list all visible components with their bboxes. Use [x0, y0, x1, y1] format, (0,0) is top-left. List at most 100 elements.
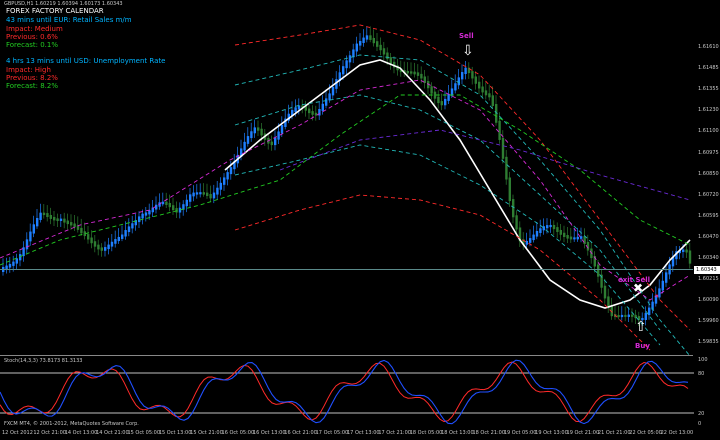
- candle-body: [661, 280, 664, 291]
- time-tick-label: 12 Oct 2012: [2, 430, 33, 436]
- candle-body: [141, 213, 144, 219]
- purple-ma: [279, 129, 691, 201]
- time-tick-label: 15 Oct 21:00: [190, 430, 223, 436]
- price-tick-label: 1.60975: [698, 149, 719, 156]
- price-tick-label: 1.61100: [698, 128, 719, 135]
- candle-body: [59, 218, 63, 221]
- candle-body: [12, 261, 15, 266]
- candle-body: [124, 230, 127, 237]
- candle-body: [345, 60, 348, 69]
- candle-body: [682, 249, 685, 253]
- candle-body: [454, 83, 457, 91]
- buy-label: Buy: [635, 342, 650, 350]
- candle-body: [202, 192, 205, 195]
- candle-body: [311, 111, 314, 115]
- candle-body: [246, 136, 250, 144]
- candle-body: [552, 224, 556, 230]
- candle-body: [66, 220, 69, 225]
- candle-body: [206, 192, 209, 197]
- event1-forecast: Forecast: 0.1%: [6, 41, 58, 49]
- candle-body: [359, 40, 362, 46]
- candle-body: [257, 127, 260, 131]
- candle-body: [348, 55, 352, 63]
- candle-body: [515, 215, 518, 230]
- candle-body: [90, 237, 93, 244]
- time-tick-label: 22 Oct 13:00: [660, 430, 694, 436]
- candle-body: [36, 218, 39, 227]
- time-tick-label: 16 Oct 13:00: [252, 430, 286, 436]
- candle-body: [488, 93, 491, 98]
- event2-title: 4 hrs 13 mins until USD: Unemployment Ra…: [6, 57, 166, 65]
- candle-body: [369, 35, 372, 40]
- time-tick-label: 17 Oct 21:00: [378, 430, 411, 436]
- time-tick-label: 14 Oct 13:00: [64, 430, 98, 436]
- candle-body: [121, 234, 124, 239]
- candle-body: [172, 205, 175, 211]
- candle-body: [189, 194, 192, 202]
- buy-arrow-icon: ⇧: [635, 319, 647, 335]
- candle-body: [376, 41, 379, 47]
- lower-band-teal: [234, 144, 661, 346]
- stochastic-canvas[interactable]: [0, 356, 694, 428]
- sell-arrow-icon: ⇩: [462, 43, 474, 59]
- candle-body: [665, 272, 668, 283]
- candle-body: [382, 48, 386, 55]
- time-tick-label: 16 Oct 21:00: [284, 430, 317, 436]
- candle-body: [260, 128, 263, 136]
- stochastic-panel[interactable]: [0, 356, 720, 428]
- candle-body: [199, 192, 202, 195]
- candle-body: [87, 234, 90, 240]
- time-tick-label: 15 Oct 13:00: [158, 430, 192, 436]
- stoch-main-line: [0, 359, 689, 425]
- candle-body: [620, 314, 624, 318]
- candle-body: [15, 258, 18, 264]
- price-tick-label: 1.60595: [698, 212, 719, 219]
- candle-body: [270, 141, 273, 146]
- main-chart-area[interactable]: [0, 0, 720, 356]
- candle-body: [481, 86, 484, 93]
- candle-body: [546, 225, 549, 229]
- candle-body: [542, 226, 545, 231]
- candle-body: [501, 137, 505, 159]
- osc-level-20: 20: [698, 411, 705, 417]
- time-tick-label: 19 Oct 13:00: [535, 430, 568, 436]
- candle-body: [104, 247, 107, 251]
- time-tick-label: 18 Oct 05:00: [409, 430, 443, 436]
- candle-body: [437, 96, 440, 104]
- candle-body: [243, 141, 246, 151]
- candle-body: [461, 72, 464, 80]
- candle-body: [110, 241, 114, 247]
- time-tick-label: 12 Oct 21:00: [33, 430, 66, 436]
- mid-band-teal: [234, 94, 661, 331]
- time-tick-label: 21 Oct 21:00: [597, 430, 631, 436]
- price-tick-label: 1.59835: [698, 339, 719, 346]
- price-chart-canvas[interactable]: [0, 0, 694, 356]
- candle-body: [161, 201, 165, 205]
- osc-level-0: 0: [698, 421, 702, 427]
- candle-body: [175, 208, 178, 213]
- candle-body: [46, 213, 49, 217]
- candle-body: [386, 52, 389, 60]
- price-tick-label: 1.59960: [698, 318, 719, 325]
- candle-body: [413, 71, 416, 75]
- price-tick-label: 1.60090: [698, 297, 719, 304]
- candle-body: [474, 76, 477, 84]
- candle-body: [416, 72, 420, 76]
- candle-body: [219, 182, 222, 190]
- candle-body: [583, 236, 586, 244]
- candle-body: [250, 131, 253, 139]
- time-tick-label: 17 Oct 13:00: [347, 430, 380, 436]
- candle-body: [464, 67, 467, 75]
- candle-body: [328, 93, 331, 101]
- candle-body: [144, 212, 148, 216]
- candle-body: [25, 239, 29, 250]
- price-tick-label: 1.61355: [698, 86, 719, 93]
- candle-body: [294, 107, 297, 113]
- osc-level-100: 100: [698, 357, 708, 363]
- candle-body: [573, 237, 576, 240]
- candle-body: [100, 247, 103, 251]
- candle-body: [114, 239, 117, 244]
- candle-body: [478, 81, 481, 89]
- candle-body: [447, 93, 450, 101]
- candle-body: [569, 236, 573, 240]
